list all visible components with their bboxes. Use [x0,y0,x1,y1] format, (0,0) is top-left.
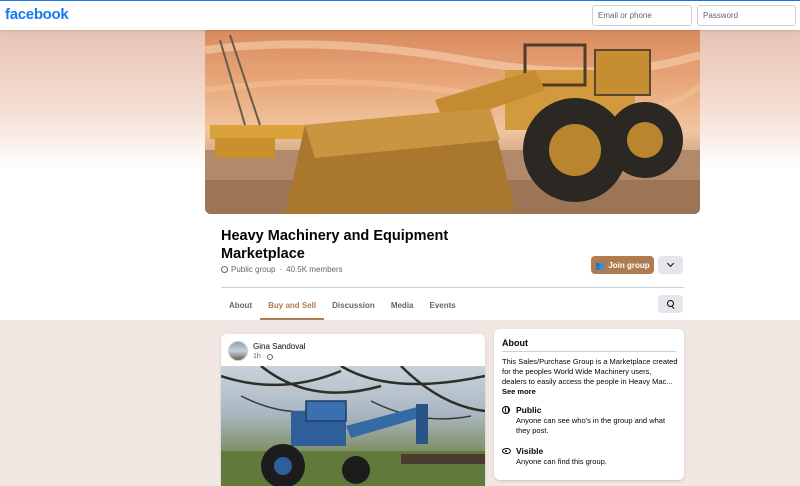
globe-icon [267,353,274,360]
email-field[interactable] [592,5,692,26]
people-icon: 👥 [595,260,606,270]
tab-discussion[interactable]: Discussion [324,290,383,320]
about-title: About [502,338,528,348]
see-more-link[interactable]: See more [502,387,536,396]
about-item-title: Public [516,405,542,415]
more-options-button[interactable] [658,256,683,274]
post-photo[interactable] [221,366,485,486]
about-item-title: Visible [516,446,544,456]
about-description-text: This Sales/Purchase Group is a Marketpla… [502,357,678,386]
post-author[interactable]: Gina Sandoval [253,342,305,351]
meta-separator: · [279,265,283,274]
about-description: This Sales/Purchase Group is a Marketpla… [502,357,678,397]
facebook-logo[interactable]: facebook [5,6,69,23]
about-item-desc: Anyone can find this group. [516,457,607,466]
tab-events[interactable]: Events [421,290,463,320]
post-time-label[interactable]: 1h [253,353,261,360]
tab-buy-and-sell[interactable]: Buy and Sell [260,290,325,320]
about-card: About This Sales/Purchase Group is a Mar… [494,329,684,480]
members-count[interactable]: 40.5K members [286,265,342,274]
search-icon [666,300,675,308]
header-divider [221,287,684,288]
tab-about[interactable]: About [221,290,260,320]
post-card: Gina Sandoval 1h · [221,334,485,486]
chevron-down-icon [666,259,675,268]
about-item-desc: Anyone can see who's in the group and wh… [516,416,666,435]
avatar[interactable] [228,341,248,361]
privacy-label: Public group [231,265,276,274]
top-bar: facebook [0,0,800,30]
post-timestamp: 1h · [253,353,274,360]
group-tabs: About Buy and Sell Discussion Media Even… [221,290,464,320]
join-group-button[interactable]: 👥 Join group [591,256,654,274]
group-title[interactable]: Heavy Machinery and Equipment Marketplac… [221,227,521,263]
group-cover-photo[interactable] [205,30,700,214]
group-meta: Public group · 40.5K members [221,265,343,274]
tab-media[interactable]: Media [383,290,422,320]
globe-icon [502,406,510,416]
globe-icon [221,266,228,273]
password-field[interactable] [697,5,796,26]
eye-icon [502,447,511,456]
join-group-label: Join group [608,260,650,270]
group-search-button[interactable] [658,295,683,313]
about-divider [502,351,676,352]
wheel-loader-photo [205,34,700,214]
blue-tractor-photo [221,366,485,486]
post-time-separator: · [262,353,266,360]
